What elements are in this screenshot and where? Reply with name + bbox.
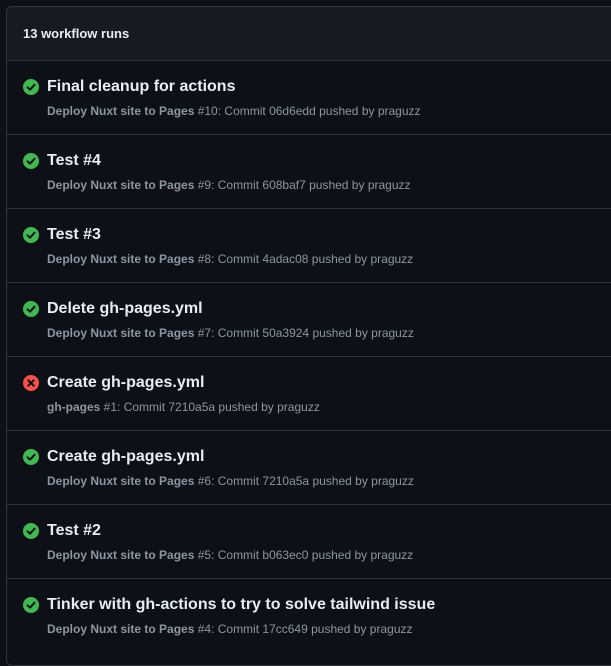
workflow-run-meta: Deploy Nuxt site to Pages #4: Commit 17c… [47, 622, 413, 636]
x-circle-icon [23, 375, 39, 391]
workflow-run-title-link[interactable]: Test #3 [47, 226, 101, 244]
workflow-run-title-link[interactable]: Create gh-pages.yml [47, 374, 204, 392]
workflow-runs-header: 13 workflow runs [7, 7, 611, 61]
check-circle-icon [23, 79, 39, 95]
workflow-name: Deploy Nuxt site to Pages [47, 252, 195, 266]
workflow-name: Deploy Nuxt site to Pages [47, 104, 195, 118]
workflow-name: Deploy Nuxt site to Pages [47, 178, 195, 192]
workflow-run-title-link[interactable]: Delete gh-pages.yml [47, 300, 203, 318]
workflow-run-detail: #1: Commit 7210a5a pushed by praguzz [100, 400, 320, 414]
check-circle-icon [23, 449, 39, 465]
workflow-runs-count: 13 workflow runs [23, 26, 130, 41]
workflow-run-row[interactable]: Test #2 Deploy Nuxt site to Pages #5: Com… [7, 505, 611, 579]
workflow-run-meta: Deploy Nuxt site to Pages #5: Commit b06… [47, 548, 413, 562]
check-circle-icon [23, 153, 39, 169]
workflow-run-title-link[interactable]: Create gh-pages.yml [47, 448, 204, 466]
workflow-run-meta: Deploy Nuxt site to Pages #10: Commit 06… [47, 104, 421, 118]
workflow-name: Deploy Nuxt site to Pages [47, 474, 195, 488]
workflow-run-row[interactable]: Delete gh-pages.yml Deploy Nuxt site to P… [7, 283, 611, 357]
workflow-run-detail: #4: Commit 17cc649 pushed by praguzz [194, 622, 413, 636]
workflow-run-title-link[interactable]: Final cleanup for actions [47, 78, 235, 96]
workflow-run-detail: #5: Commit b063ec0 pushed by praguzz [194, 548, 414, 562]
workflow-run-meta: Deploy Nuxt site to Pages #9: Commit 608… [47, 178, 411, 192]
check-circle-icon [23, 523, 39, 539]
check-circle-icon [23, 301, 39, 317]
workflow-run-row[interactable]: Final cleanup for actions Deploy Nuxt sit… [7, 61, 611, 135]
workflow-run-row[interactable]: Create gh-pages.yml Deploy Nuxt site to P… [7, 431, 611, 505]
workflow-name: Deploy Nuxt site to Pages [47, 548, 195, 562]
workflow-run-row[interactable]: Tinker with gh-actions to try to solve t… [7, 579, 611, 653]
workflow-name: Deploy Nuxt site to Pages [47, 622, 195, 636]
workflow-runs-list: Final cleanup for actions Deploy Nuxt sit… [7, 61, 611, 653]
check-circle-icon [23, 227, 39, 243]
workflow-run-title-link[interactable]: Test #2 [47, 522, 101, 540]
check-circle-icon [23, 597, 39, 613]
workflow-run-detail: #10: Commit 06d6edd pushed by praguzz [194, 104, 421, 118]
workflow-run-meta: gh-pages #1: Commit 7210a5a pushed by pr… [47, 400, 320, 414]
workflow-run-row[interactable]: Test #4 Deploy Nuxt site to Pages #9: Com… [7, 135, 611, 209]
workflow-run-detail: #9: Commit 608baf7 pushed by praguzz [194, 178, 411, 192]
workflow-run-detail: #6: Commit 7210a5a pushed by praguzz [194, 474, 414, 488]
workflow-run-title-link[interactable]: Tinker with gh-actions to try to solve t… [47, 596, 435, 614]
workflow-run-detail: #8: Commit 4adac08 pushed by praguzz [194, 252, 414, 266]
workflow-name: gh-pages [47, 400, 101, 414]
workflow-run-meta: Deploy Nuxt site to Pages #7: Commit 50a… [47, 326, 414, 340]
workflow-run-row[interactable]: Test #3 Deploy Nuxt site to Pages #8: Com… [7, 209, 611, 283]
workflow-run-title-link[interactable]: Test #4 [47, 152, 101, 170]
workflow-run-row[interactable]: Create gh-pages.yml gh-pages #1: Commit 7… [7, 357, 611, 431]
workflow-run-detail: #7: Commit 50a3924 pushed by praguzz [194, 326, 414, 340]
workflow-run-meta: Deploy Nuxt site to Pages #8: Commit 4ad… [47, 252, 413, 266]
workflow-name: Deploy Nuxt site to Pages [47, 326, 195, 340]
workflow-run-meta: Deploy Nuxt site to Pages #6: Commit 721… [47, 474, 414, 488]
workflow-runs-panel: 13 workflow runs Final cleanup for actio… [6, 6, 611, 666]
